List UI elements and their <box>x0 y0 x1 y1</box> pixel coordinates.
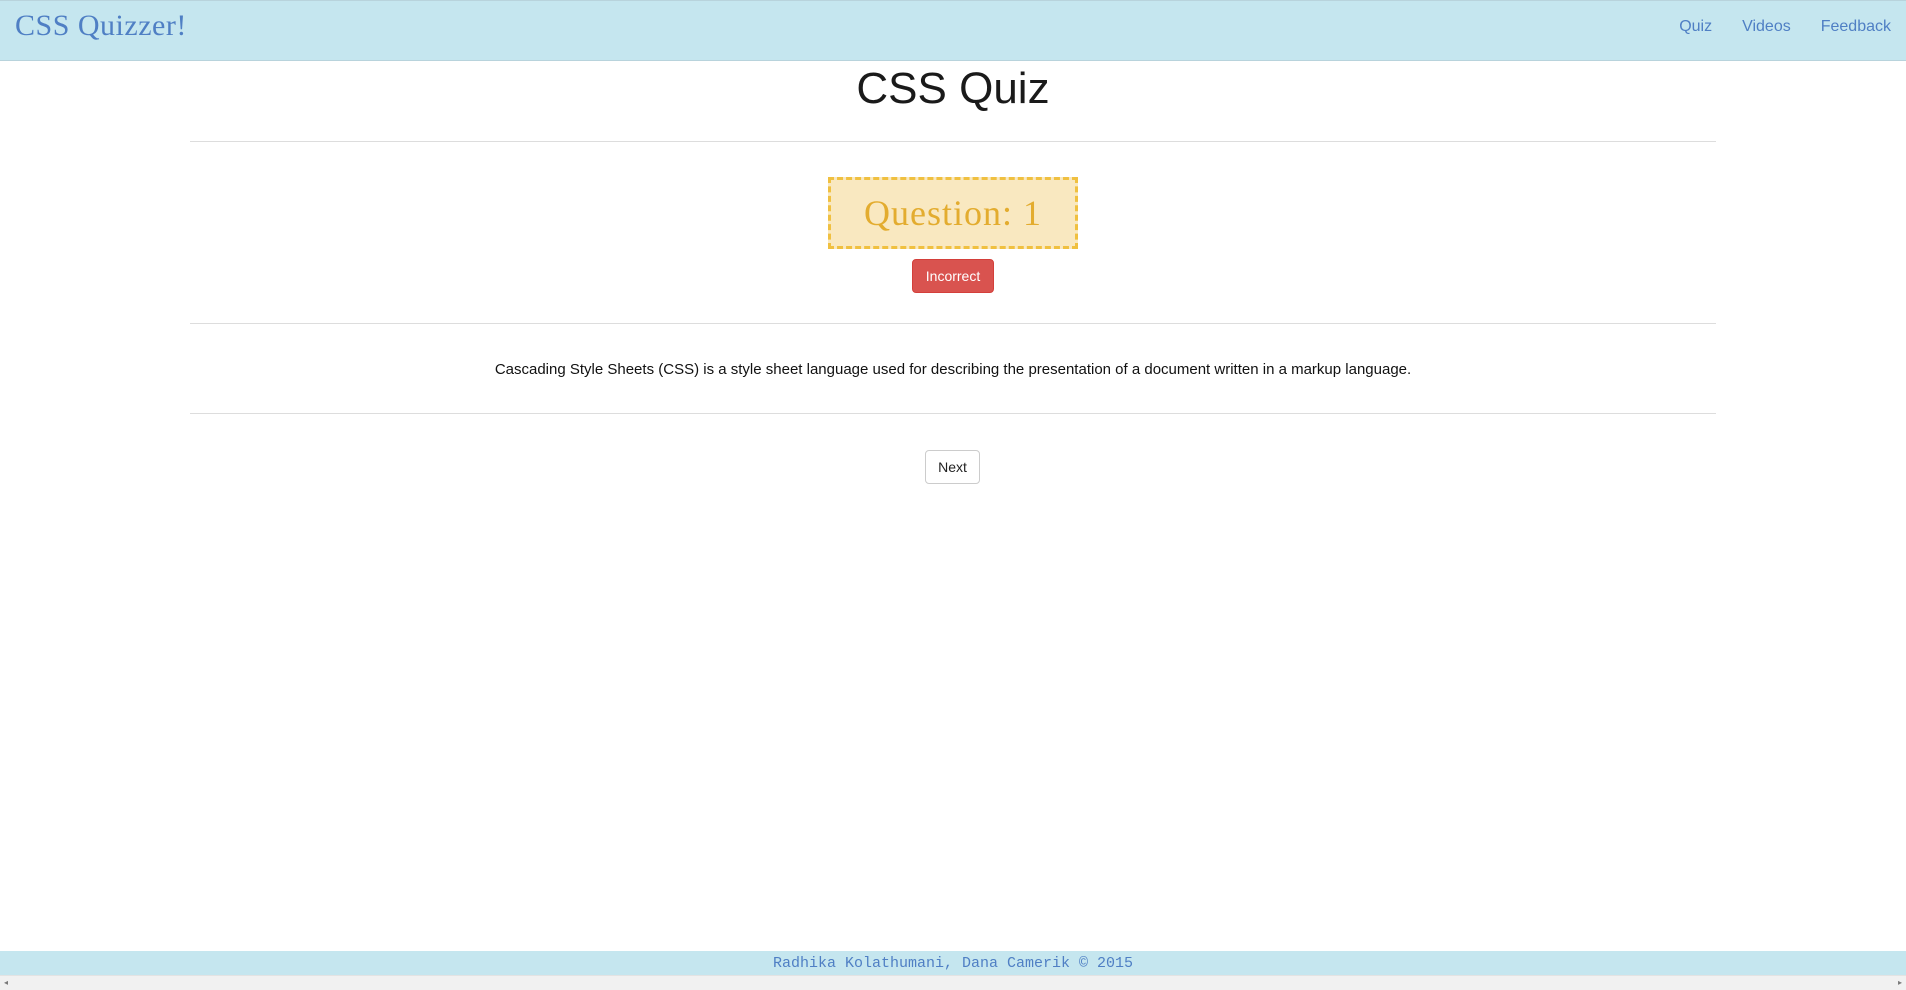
incorrect-button[interactable]: Incorrect <box>912 259 994 293</box>
scroll-right-icon[interactable]: ▸ <box>1898 979 1902 987</box>
nav-link-feedback[interactable]: Feedback <box>1806 17 1891 37</box>
brand-link[interactable]: CSS Quizzer! <box>15 9 187 43</box>
answer-text: Cascading Style Sheets (CSS) is a style … <box>494 361 1412 378</box>
main-content: CSS Quiz Question: 1 Incorrect Cascading… <box>190 61 1716 514</box>
question-area: Question: 1 Incorrect <box>190 142 1716 323</box>
next-button[interactable]: Next <box>925 450 980 484</box>
horizontal-scrollbar[interactable]: ◂ ▸ <box>0 975 1906 990</box>
footer: Radhika Kolathumani, Dana Camerik © 2015 <box>0 951 1906 975</box>
answer-area: Cascading Style Sheets (CSS) is a style … <box>190 324 1716 413</box>
question-number-label: Question: 1 <box>828 177 1078 249</box>
footer-credits: Radhika Kolathumani, Dana Camerik © 2015 <box>772 954 1134 972</box>
nav-link-quiz[interactable]: Quiz <box>1664 17 1727 37</box>
page-title: CSS Quiz <box>856 64 1050 113</box>
scroll-left-icon[interactable]: ◂ <box>4 979 8 987</box>
nav-link-videos[interactable]: Videos <box>1727 17 1806 37</box>
navbar: CSS Quizzer! Quiz Videos Feedback <box>0 0 1906 61</box>
next-area: Next <box>190 414 1716 514</box>
nav-links: Quiz Videos Feedback <box>1664 17 1891 37</box>
